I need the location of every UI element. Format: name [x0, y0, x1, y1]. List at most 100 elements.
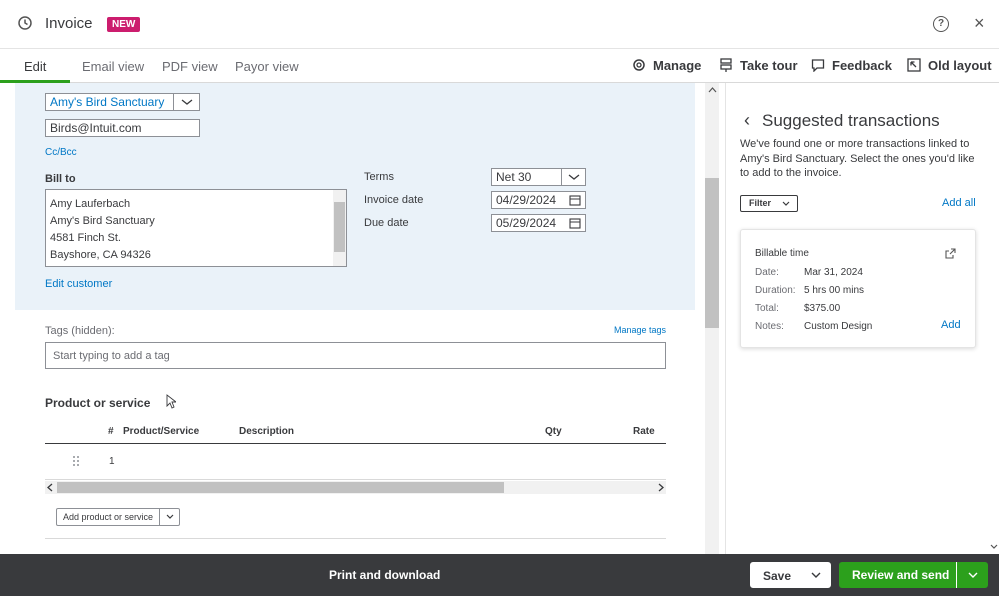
customer-select[interactable]: Amy's Bird Sanctuary — [45, 93, 200, 111]
cc-bcc-link[interactable]: Cc/Bcc — [45, 147, 77, 158]
table-horizontal-scrollbar[interactable] — [45, 481, 666, 494]
invoice-form: Amy's Bird Sanctuary Birds@Intuit.com Cc… — [0, 83, 725, 554]
tags-placeholder: Start typing to add a tag — [53, 350, 170, 362]
add-product-label: Add product or service — [63, 512, 154, 522]
chat-bubble-icon — [811, 59, 825, 72]
date-value: Mar 31, 2024 — [804, 267, 863, 278]
external-link-icon[interactable] — [945, 248, 956, 259]
panel-description: We've found one or more transactions lin… — [740, 138, 975, 179]
chevron-down-icon — [782, 201, 790, 206]
col-rate: Rate — [633, 426, 655, 437]
back-chevron-icon[interactable]: ‹ — [744, 110, 750, 131]
old-layout-icon — [907, 58, 921, 72]
page-title: Invoice — [45, 15, 93, 32]
scroll-thumb[interactable] — [57, 482, 504, 493]
panel-scroll-down-icon[interactable] — [990, 544, 998, 550]
row-number: 1 — [109, 456, 115, 467]
notes-label: Notes: — [755, 321, 784, 332]
save-label: Save — [763, 569, 792, 583]
bill-to-line: Amy's Bird Sanctuary — [50, 215, 155, 227]
duration-value: 5 hrs 00 mins — [804, 285, 865, 296]
duration-label: Duration: — [755, 285, 796, 296]
due-date-value: 05/29/2024 — [496, 216, 557, 230]
total-label: Total: — [755, 303, 779, 314]
row-divider — [45, 479, 666, 480]
date-label: Date: — [755, 267, 779, 278]
terms-label: Terms — [364, 171, 394, 183]
invoice-date-field[interactable]: 04/29/2024 — [491, 191, 586, 209]
top-bar: Invoice NEW ? × — [0, 0, 999, 48]
drag-handle-icon[interactable] — [72, 455, 80, 467]
bill-to-line: 4581 Finch St. — [50, 232, 121, 244]
invoice-date-label: Invoice date — [364, 194, 424, 206]
take-tour-label: Take tour — [740, 58, 798, 73]
chevron-down-icon[interactable] — [956, 562, 988, 588]
review-send-button[interactable]: Review and send — [839, 562, 988, 588]
bill-to-line: Amy Lauferbach — [50, 198, 131, 210]
tab-edit[interactable]: Edit — [24, 59, 46, 74]
calendar-icon[interactable] — [569, 217, 581, 229]
scroll-left-icon[interactable] — [47, 483, 53, 492]
tab-payor-view[interactable]: Payor view — [235, 59, 299, 74]
chevron-down-icon[interactable] — [159, 509, 179, 525]
add-product-button[interactable]: Add product or service — [56, 508, 180, 526]
card-title: Billable time — [755, 248, 809, 259]
product-section-heading: Product or service — [45, 396, 151, 410]
scroll-up-icon[interactable] — [708, 87, 717, 93]
old-layout-button[interactable]: Old layout — [907, 58, 992, 73]
tags-input[interactable]: Start typing to add a tag — [45, 342, 666, 369]
manage-tags-link[interactable]: Manage tags — [614, 325, 666, 335]
suggested-transactions-panel: ‹ Suggested transactions We've found one… — [725, 83, 999, 554]
col-qty: Qty — [545, 426, 562, 437]
tab-email-view[interactable]: Email view — [82, 59, 144, 74]
col-description: Description — [239, 426, 295, 437]
due-date-field[interactable]: 05/29/2024 — [491, 214, 586, 232]
view-tabs: Edit Email view PDF view Payor view Mana… — [0, 48, 999, 83]
customer-name: Amy's Bird Sanctuary — [50, 95, 165, 109]
section-divider — [45, 538, 666, 539]
add-all-link[interactable]: Add all — [942, 197, 976, 209]
footer-bar: Print and download Save Review and send — [0, 554, 999, 596]
filter-label: Filter — [749, 198, 772, 208]
bill-to-address[interactable]: Amy Lauferbach Amy's Bird Sanctuary 4581… — [45, 189, 347, 267]
bill-to-label: Bill to — [45, 173, 76, 185]
scroll-right-icon[interactable] — [658, 483, 664, 492]
print-download-button[interactable]: Print and download — [329, 568, 440, 582]
panel-title: Suggested transactions — [762, 111, 940, 130]
gear-icon — [633, 59, 645, 71]
bill-to-line: Bayshore, CA 94326 — [50, 249, 151, 261]
help-icon[interactable]: ? — [933, 16, 949, 32]
email-field[interactable]: Birds@Intuit.com — [45, 119, 200, 137]
mouse-cursor-icon — [166, 394, 176, 409]
add-transaction-link[interactable]: Add — [941, 319, 961, 331]
total-value: $375.00 — [804, 303, 841, 314]
edit-customer-link[interactable]: Edit customer — [45, 278, 112, 290]
close-icon[interactable]: × — [974, 13, 985, 33]
manage-label: Manage — [653, 58, 702, 73]
take-tour-button[interactable]: Take tour — [719, 58, 798, 73]
terms-value: Net 30 — [496, 170, 532, 184]
save-button[interactable]: Save — [750, 562, 831, 588]
due-date-label: Due date — [364, 217, 409, 229]
calendar-icon[interactable] — [569, 194, 581, 206]
table-header-divider — [45, 443, 666, 444]
transaction-card[interactable]: Billable time Date: Mar 31, 2024 Duratio… — [740, 229, 976, 348]
main-scroll-thumb[interactable] — [705, 178, 719, 328]
col-product-service: Product/Service — [123, 426, 200, 437]
scroll-thumb[interactable] — [334, 202, 345, 252]
col-number: # — [108, 426, 114, 437]
manage-button[interactable]: Manage — [632, 58, 701, 73]
old-layout-label: Old layout — [928, 58, 992, 73]
chevron-down-icon[interactable] — [173, 94, 199, 110]
tab-pdf-view[interactable]: PDF view — [162, 59, 218, 74]
chevron-down-icon[interactable] — [802, 563, 830, 587]
chevron-down-icon[interactable] — [561, 169, 585, 185]
terms-select[interactable]: Net 30 — [491, 168, 586, 186]
notes-value: Custom Design — [804, 321, 873, 332]
bill-to-scrollbar[interactable] — [333, 190, 346, 266]
email-value: Birds@Intuit.com — [50, 121, 142, 135]
filter-button[interactable]: Filter — [740, 195, 798, 212]
history-icon[interactable] — [17, 15, 33, 31]
feedback-button[interactable]: Feedback — [811, 58, 892, 73]
new-badge: NEW — [107, 17, 141, 32]
